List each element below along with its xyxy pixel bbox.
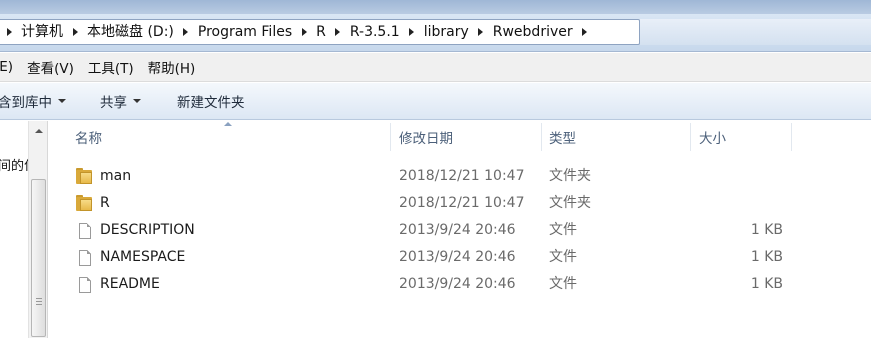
navigation-scrollbar[interactable] (28, 121, 48, 338)
file-name: man (100, 168, 132, 184)
file-icon (76, 276, 94, 293)
share-label: 共享 (100, 95, 127, 111)
file-date: 2013/9/24 20:46 (399, 276, 516, 292)
file-name: README (100, 276, 160, 292)
breadcrumb-item-drive-d[interactable]: 本地磁盘 (D:) (84, 19, 177, 45)
file-icon (76, 222, 94, 239)
grip-line (36, 304, 42, 305)
menu-help[interactable]: 帮助(H) (148, 57, 204, 77)
chevron-right-icon[interactable] (472, 19, 490, 45)
chevron-down-icon (133, 99, 141, 103)
file-date: 2013/9/24 20:46 (399, 249, 516, 265)
file-date: 2018/12/21 10:47 (399, 168, 525, 184)
file-icon (76, 249, 94, 266)
file-list: 名称 修改日期 类型 大小 man 2018/12/21 10:47 文件夹 R… (49, 121, 871, 338)
file-date: 2013/9/24 20:46 (399, 222, 516, 238)
file-size: 1 KB (750, 276, 783, 292)
file-type: 文件 (549, 249, 577, 265)
column-divider[interactable] (791, 123, 792, 151)
include-in-library-button[interactable]: 含到库中 (0, 89, 66, 113)
file-size (691, 163, 783, 190)
file-date: 2018/12/21 10:47 (399, 195, 525, 211)
column-header-name[interactable]: 名称 (75, 121, 102, 153)
command-bar: 含到库中 共享 新建文件夹 (0, 83, 871, 120)
chevron-down-icon (58, 99, 66, 103)
breadcrumb-item-r[interactable]: R (313, 19, 329, 45)
file-name: DESCRIPTION (100, 222, 195, 238)
sort-ascending-icon (224, 122, 232, 126)
folder-icon (76, 168, 94, 185)
column-header-size[interactable]: 大小 (699, 121, 726, 153)
file-row[interactable]: R 2018/12/21 10:47 文件夹 (49, 190, 871, 217)
file-type: 文件夹 (549, 195, 591, 211)
search-area[interactable] (640, 19, 871, 45)
column-divider[interactable] (690, 123, 691, 151)
scroll-up-icon[interactable] (35, 129, 43, 133)
breadcrumb[interactable]: 计算机 本地磁盘 (D:) Program Files R R-3.5.1 li… (0, 19, 640, 45)
navigation-pane[interactable]: 间的位 (0, 121, 37, 338)
breadcrumb-item-library[interactable]: library (421, 19, 472, 45)
file-name: R (100, 195, 110, 211)
chevron-right-icon[interactable] (0, 19, 18, 45)
chevron-right-icon[interactable] (576, 19, 594, 45)
breadcrumb-item-program-files[interactable]: Program Files (195, 19, 295, 45)
chevron-right-icon[interactable] (403, 19, 421, 45)
file-size: 1 KB (750, 249, 783, 265)
file-row[interactable]: README 2013/9/24 20:46 文件 1 KB (49, 271, 871, 298)
share-button[interactable]: 共享 (100, 89, 141, 113)
chevron-right-icon[interactable] (66, 19, 84, 45)
menu-view[interactable]: 查看(V) (27, 57, 82, 77)
file-size (691, 190, 783, 217)
column-divider[interactable] (390, 123, 391, 151)
include-in-library-label: 含到库中 (0, 95, 52, 111)
column-header-date[interactable]: 修改日期 (399, 121, 453, 153)
file-type: 文件 (549, 276, 577, 292)
new-folder-button[interactable]: 新建文件夹 (177, 89, 245, 113)
column-divider[interactable] (541, 123, 542, 151)
scrollbar-thumb[interactable] (31, 179, 46, 337)
chevron-right-icon[interactable] (177, 19, 195, 45)
breadcrumb-item-rwebdriver[interactable]: Rwebdriver (490, 19, 576, 45)
breadcrumb-item-computer[interactable]: 计算机 (18, 19, 66, 45)
menu-bar: (E) 查看(V) 工具(T) 帮助(H) (0, 53, 871, 82)
file-size: 1 KB (750, 222, 783, 238)
file-row[interactable]: man 2018/12/21 10:47 文件夹 (49, 163, 871, 190)
menu-tools[interactable]: 工具(T) (88, 57, 142, 77)
chevron-right-icon[interactable] (295, 19, 313, 45)
grip-line (36, 298, 42, 299)
grip-line (36, 301, 42, 302)
file-row[interactable]: NAMESPACE 2013/9/24 20:46 文件 1 KB (49, 244, 871, 271)
chevron-right-icon[interactable] (329, 19, 347, 45)
file-name: NAMESPACE (100, 249, 186, 265)
file-type: 文件 (549, 222, 577, 238)
new-folder-label: 新建文件夹 (177, 95, 245, 111)
file-row[interactable]: DESCRIPTION 2013/9/24 20:46 文件 1 KB (49, 217, 871, 244)
address-bar: 计算机 本地磁盘 (D:) Program Files R R-3.5.1 li… (0, 14, 871, 52)
breadcrumb-item-r-version[interactable]: R-3.5.1 (347, 19, 403, 45)
file-type: 文件夹 (549, 168, 591, 184)
menu-edit[interactable]: (E) (0, 59, 21, 75)
window-title-strip (0, 0, 871, 14)
folder-icon (76, 195, 94, 212)
column-header-type[interactable]: 类型 (549, 121, 576, 153)
